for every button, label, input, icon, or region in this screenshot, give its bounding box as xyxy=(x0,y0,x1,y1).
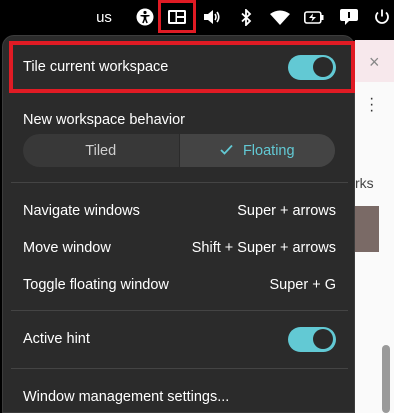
toggle-floating-window-row: Toggle floating window Super + G xyxy=(11,272,348,298)
shortcut-keys: Super + G xyxy=(269,277,337,293)
top-bar: us xyxy=(0,0,394,34)
notification-icon[interactable] xyxy=(338,0,360,34)
accessibility-icon[interactable] xyxy=(134,0,156,34)
volume-icon[interactable] xyxy=(202,0,222,34)
workspace-behavior-selector: Tiled Floating xyxy=(23,134,335,167)
separator xyxy=(11,182,348,183)
floating-option-label: Floating xyxy=(242,142,295,159)
tiling-icon-highlight xyxy=(158,0,196,33)
scrollbar[interactable] xyxy=(382,345,390,413)
background-window-text: rks xyxy=(355,175,374,191)
shortcut-label: Toggle floating window xyxy=(23,277,169,293)
background-window-image xyxy=(355,206,379,252)
floating-option[interactable]: Floating xyxy=(178,134,335,167)
new-workspace-behavior-title: New workspace behavior xyxy=(23,112,185,128)
shortcut-label: Navigate windows xyxy=(23,203,140,219)
active-hint-row[interactable]: Active hint xyxy=(11,324,348,354)
close-icon[interactable]: × xyxy=(369,52,380,73)
separator xyxy=(11,368,348,369)
tiled-option[interactable]: Tiled xyxy=(23,134,179,167)
keyboard-layout-label: us xyxy=(96,8,112,26)
tile-current-workspace-highlight xyxy=(9,41,355,93)
active-hint-label: Active hint xyxy=(23,331,90,347)
tiled-option-label: Tiled xyxy=(85,142,117,159)
active-hint-toggle[interactable] xyxy=(288,326,336,352)
window-management-settings-item[interactable]: Window management settings... xyxy=(11,384,348,410)
wifi-icon[interactable] xyxy=(269,0,291,34)
shortcut-label: Move window xyxy=(23,240,111,256)
shortcut-keys: Shift + Super + arrows xyxy=(191,240,336,256)
bluetooth-icon[interactable] xyxy=(238,0,254,34)
background-window: × · · · rks xyxy=(355,40,394,413)
battery-icon[interactable] xyxy=(303,0,325,34)
check-icon xyxy=(220,143,233,159)
more-options-icon[interactable]: · · · xyxy=(369,91,374,119)
window-management-settings-label: Window management settings... xyxy=(23,389,230,405)
move-window-row: Move window Shift + Super + arrows xyxy=(11,235,348,261)
shortcut-keys: Super + arrows xyxy=(237,203,336,219)
keyboard-layout-indicator[interactable]: us xyxy=(94,0,114,34)
new-workspace-behavior-row: New workspace behavior xyxy=(11,108,348,132)
separator xyxy=(11,310,348,311)
power-icon[interactable] xyxy=(372,0,392,34)
navigate-windows-row: Navigate windows Super + arrows xyxy=(11,198,348,224)
